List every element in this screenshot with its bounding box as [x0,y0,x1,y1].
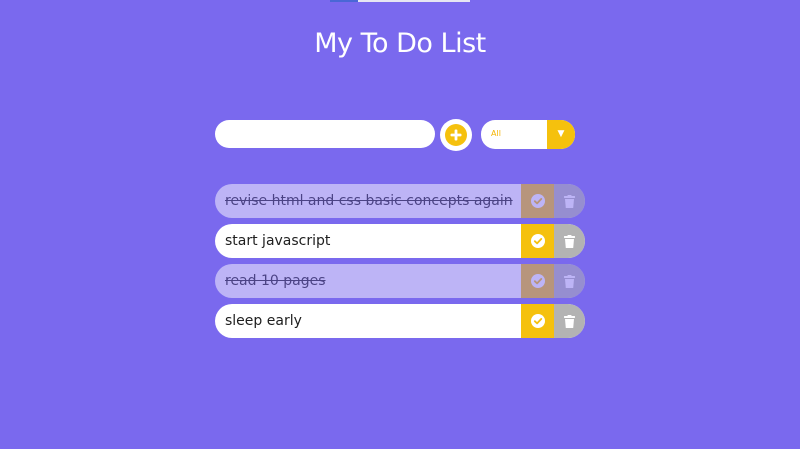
delete-button[interactable] [554,184,585,218]
todo-form: All ▼ [215,119,585,151]
todo-text: start javascript [225,233,331,249]
todo-item: sleep early [215,304,585,338]
filter-select[interactable]: All ▼ [481,120,575,149]
check-circle-icon [530,194,545,208]
plus-circle-icon [445,124,467,146]
complete-button[interactable] [521,304,554,338]
todo-item: read 10 pages [215,264,585,298]
check-circle-icon [530,234,545,248]
delete-button[interactable] [554,304,585,338]
todo-list: revise html and css basic concepts again… [215,184,585,344]
trash-icon [564,194,575,208]
check-circle-icon [530,314,545,328]
trash-icon [564,234,575,248]
trash-icon [564,274,575,288]
check-circle-icon [530,274,545,288]
filter-selected-value: All [491,129,501,138]
page-title: My To Do List [314,28,486,59]
top-scroll-strip-segment [330,0,358,2]
top-scroll-strip [330,0,470,2]
add-todo-button[interactable] [440,119,472,151]
filter-dropdown-toggle[interactable]: ▼ [547,120,575,149]
delete-button[interactable] [554,264,585,298]
todo-text: read 10 pages [225,273,326,289]
chevron-down-icon: ▼ [557,129,565,139]
complete-button[interactable] [521,224,554,258]
trash-icon [564,314,575,328]
todo-item: start javascript [215,224,585,258]
complete-button[interactable] [521,184,554,218]
delete-button[interactable] [554,224,585,258]
todo-input[interactable] [215,120,435,148]
todo-text: sleep early [225,313,302,329]
complete-button[interactable] [521,264,554,298]
todo-item: revise html and css basic concepts again [215,184,585,218]
todo-text: revise html and css basic concepts again [225,193,513,209]
